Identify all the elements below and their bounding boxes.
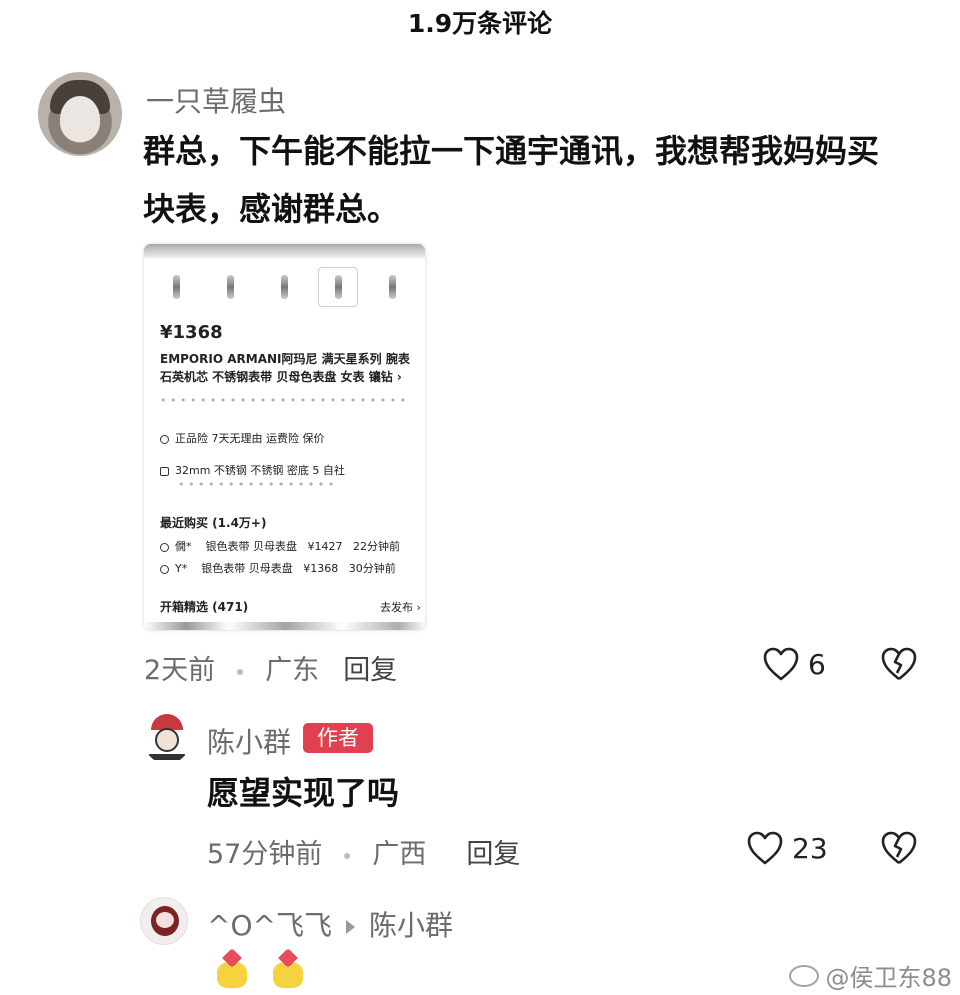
broken-heart-icon (881, 647, 917, 681)
recent-desc: 银色表带 贝母表盘 (205, 540, 298, 553)
reply-username-text[interactable]: ^O^飞飞 (207, 909, 332, 942)
comment-time: 2天前 (144, 655, 216, 686)
recent-time: 30分钟前 (348, 562, 396, 575)
comment-username[interactable]: 一只草履虫 (146, 80, 286, 120)
reply-username[interactable]: 陈小群 (207, 721, 291, 761)
reply-emoji (214, 948, 306, 990)
recent-time: 22分钟前 (353, 540, 400, 553)
reply-meta: 57分钟前 广西 回复 (207, 832, 520, 871)
reply-username: ^O^飞飞 陈小群 (207, 904, 453, 944)
comment-image[interactable]: ¥1368 EMPORIO ARMANI阿玛尼 满天星系列 腕表 石英机芯 不锈… (143, 243, 426, 631)
product-thumbnails (144, 258, 425, 316)
reply-button[interactable]: 回复 (466, 839, 520, 870)
avatar[interactable] (143, 712, 191, 764)
reply-button[interactable]: 回复 (343, 655, 397, 686)
comments-count-title: 1.9万条评论 (407, 9, 553, 38)
broken-heart-icon (881, 831, 917, 865)
avatar[interactable] (140, 897, 188, 945)
product-title: EMPORIO ARMANI阿玛尼 满天星系列 腕表 (160, 352, 410, 366)
reply-text: 愿望实现了吗 (207, 774, 400, 812)
heart-icon (747, 831, 783, 865)
heart-hands-icon (214, 948, 250, 990)
recent-purchases-title: 最近购买 (1.4万+) (160, 516, 267, 530)
product-title: 石英机芯 不锈钢表带 贝母色表盘 女表 镶钻 › (160, 370, 402, 384)
comment-text: 群总，下午能不能拉一下通宇通讯，我想帮我妈妈买 块表，感谢群总。 (143, 122, 879, 238)
heart-icon (763, 647, 799, 681)
product-services: 正品险 7天无理由 运费险 保价 (175, 432, 325, 445)
comment-meta: 2天前 广东 回复 (144, 648, 397, 687)
reply-to-username[interactable]: 陈小群 (369, 909, 453, 942)
reply-time: 57分钟前 (207, 839, 323, 870)
comment-text-line: 群总，下午能不能拉一下通宇通讯，我想帮我妈妈买 (143, 132, 880, 170)
recent-price: ¥1368 (303, 562, 339, 575)
comment-text-line: 块表，感谢群总。 (143, 190, 400, 228)
recent-desc: 银色表带 贝母表盘 (201, 562, 293, 575)
like-button[interactable]: 23 (746, 830, 828, 866)
recent-user: 僩* (175, 540, 192, 553)
weibo-logo-icon (789, 964, 820, 987)
unbox-more: 去发布 › (380, 601, 421, 614)
watermark-text: @侯卫东88 (825, 964, 952, 992)
unbox-title: 开箱精选 (471) (160, 600, 249, 614)
like-button[interactable]: 6 (762, 646, 826, 682)
dislike-button[interactable] (880, 646, 918, 682)
recent-price: ¥1427 (307, 540, 343, 553)
dislike-button[interactable] (880, 830, 918, 866)
like-count: 23 (792, 831, 828, 865)
like-count: 6 (808, 647, 826, 681)
reply-location: 广西 (372, 839, 427, 870)
recent-user: Y* (175, 562, 188, 575)
watermark: @侯卫东88 (789, 958, 952, 993)
product-price: ¥1368 (160, 322, 223, 343)
reply-arrow-icon (345, 920, 355, 934)
author-badge: 作者 (303, 723, 373, 753)
heart-hands-icon (270, 948, 306, 990)
avatar[interactable] (38, 72, 122, 156)
product-specs: 32mm 不锈钢 不锈钢 密底 5 自社 (175, 464, 345, 477)
comment-location: 广东 (265, 655, 320, 686)
